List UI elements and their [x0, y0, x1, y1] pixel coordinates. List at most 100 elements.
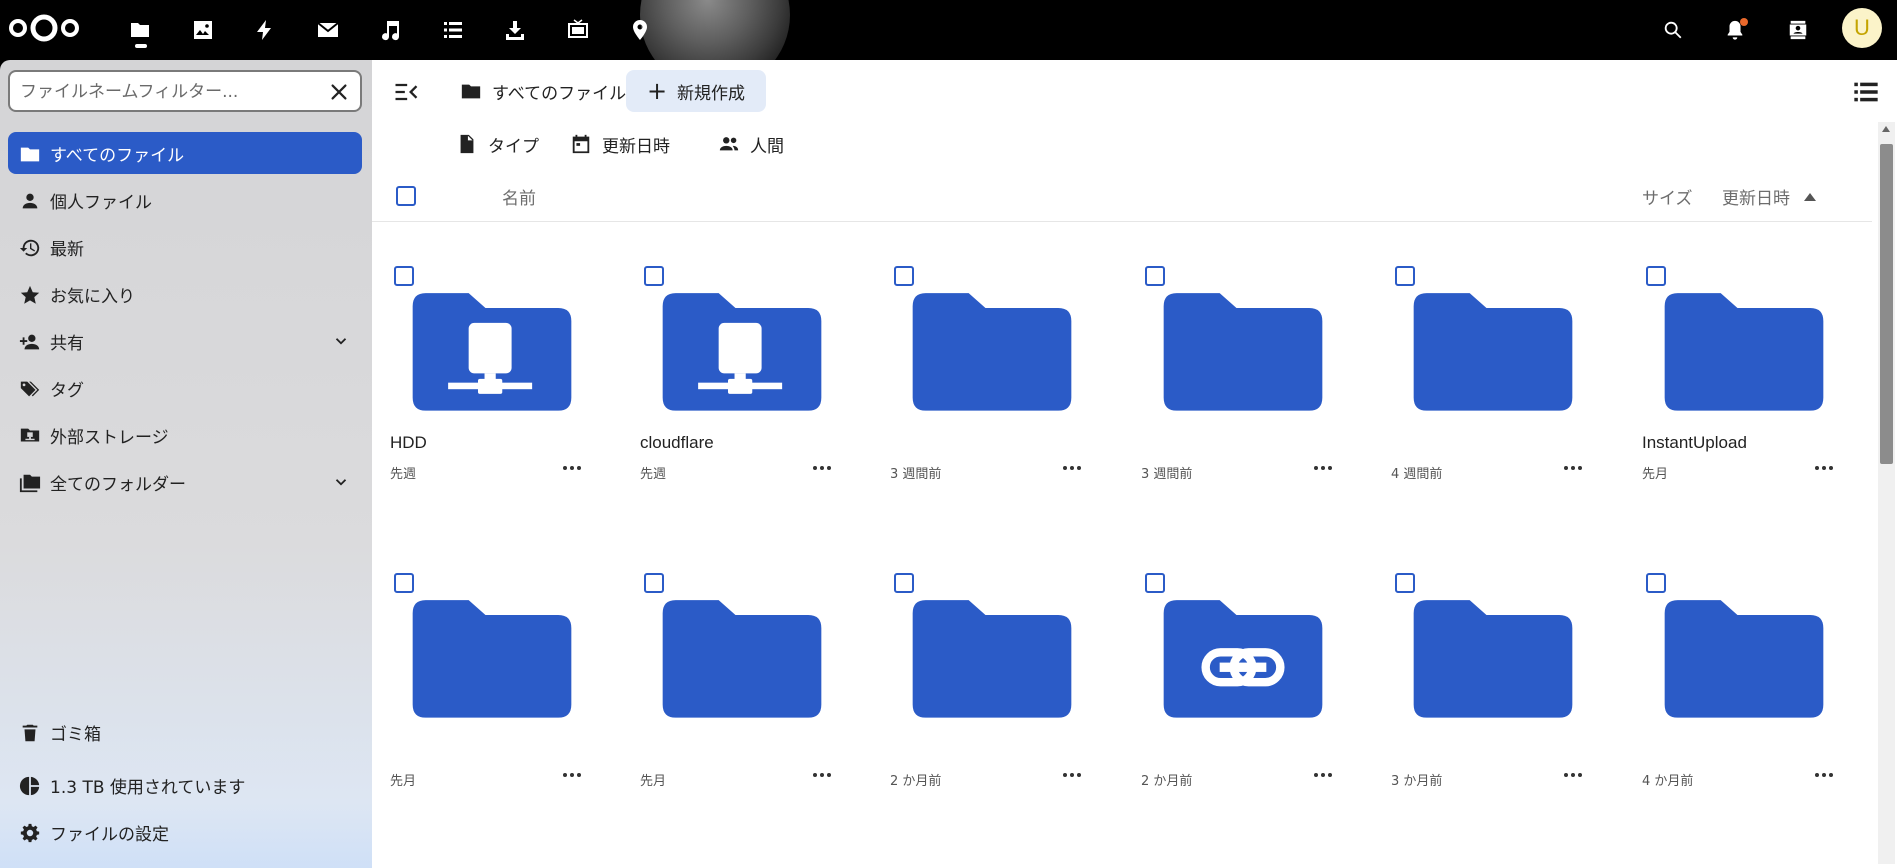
filename-filter-input[interactable] [20, 80, 310, 104]
sidebar-item-recent[interactable]: 最新 [8, 226, 362, 268]
folder-icon [461, 84, 481, 99]
file-icon [460, 134, 474, 154]
video-icon[interactable] [561, 13, 595, 47]
file-tile[interactable]: HDD 先週 [372, 240, 612, 530]
link-folder-icon[interactable] [1153, 587, 1333, 727]
app-navigation: すべてのファイル 個人ファイル 最新 お気に入り 共有 タグ 外部ストレージ 全… [0, 60, 372, 868]
sidebar-item-label: タグ [50, 380, 84, 401]
file-modified: 先月 [390, 774, 417, 789]
file-name[interactable]: InstantUpload [1642, 433, 1747, 453]
nextcloud-logo[interactable] [6, 10, 82, 46]
network-folder-icon[interactable] [402, 280, 582, 420]
sidebar-item-label: 個人ファイル [50, 192, 152, 213]
file-tile[interactable]: 3 か月前 [1373, 547, 1613, 837]
chevron-down-icon[interactable] [332, 332, 350, 350]
sidebar-item-personal-files[interactable]: 個人ファイル [8, 179, 362, 221]
folder-icon [18, 142, 42, 166]
file-actions-button[interactable] [1311, 456, 1335, 480]
search-icon[interactable] [1656, 13, 1690, 47]
filter-type-button[interactable]: タイプ [456, 128, 539, 160]
scrollbar-thumb[interactable] [1880, 144, 1893, 464]
folder-icon[interactable] [902, 280, 1082, 420]
column-modified[interactable]: 更新日時 [1722, 184, 1816, 209]
folder-icon[interactable] [402, 587, 582, 727]
downloads-icon[interactable] [498, 13, 532, 47]
contacts-icon[interactable] [1781, 13, 1815, 47]
sidebar-item-all-files[interactable]: すべてのファイル [8, 132, 362, 174]
file-name[interactable]: HDD [390, 433, 427, 453]
new-button[interactable]: + 新規作成 [626, 70, 766, 112]
file-tile[interactable]: 先月 [622, 547, 862, 837]
file-name[interactable]: cloudflare [640, 433, 714, 453]
close-icon[interactable] [328, 81, 350, 103]
file-tile[interactable]: 3 週間前 [1123, 240, 1363, 530]
sidebar-item-label: 外部ストレージ [50, 427, 169, 448]
select-all-checkbox[interactable] [396, 186, 416, 206]
storage-quota[interactable]: 1.3 TB 使用されています [8, 764, 362, 806]
column-name[interactable]: 名前 [502, 184, 536, 209]
file-tile[interactable]: 先月 [372, 547, 612, 837]
sidebar-item-favorites[interactable]: お気に入り [8, 273, 362, 315]
network-folder-icon[interactable] [652, 280, 832, 420]
quota-text: 1.3 TB 使用されています [50, 777, 246, 798]
file-tile[interactable]: cloudflare 先週 [622, 240, 862, 530]
chevron-down-icon[interactable] [332, 473, 350, 491]
music-icon[interactable] [373, 13, 407, 47]
file-tile[interactable]: InstantUpload 先月 [1624, 240, 1864, 530]
tasks-icon[interactable] [436, 13, 470, 47]
sidebar-item-trash[interactable]: ゴミ箱 [8, 711, 362, 753]
sidebar-item-label: 最新 [50, 239, 84, 260]
scrollbar[interactable] [1878, 122, 1895, 864]
sidebar-item-shares[interactable]: 共有 [8, 320, 362, 362]
file-tile[interactable]: 3 週間前 [872, 240, 1112, 530]
folders-icon [18, 471, 42, 495]
avatar[interactable]: U [1842, 8, 1882, 48]
folder-icon[interactable] [902, 587, 1082, 727]
notifications-icon[interactable] [1718, 13, 1752, 47]
files-table-header: 名前 サイズ 更新日時 [372, 170, 1872, 222]
scroll-up-arrow[interactable] [1882, 126, 1890, 132]
list-view-icon[interactable] [1852, 78, 1880, 106]
file-actions-button[interactable] [1561, 456, 1585, 480]
filter-people-button[interactable]: 人間 [718, 128, 784, 160]
sidebar-item-label: ゴミ箱 [50, 724, 101, 745]
filter-modified-label: 更新日時 [602, 136, 670, 157]
file-tile[interactable]: 2 か月前 [872, 547, 1112, 837]
folder-icon[interactable] [1403, 587, 1583, 727]
sidebar-item-external-storage[interactable]: 外部ストレージ [8, 414, 362, 456]
folder-icon[interactable] [652, 587, 832, 727]
file-actions-button[interactable] [1060, 456, 1084, 480]
file-actions-button[interactable] [1311, 763, 1335, 787]
files-icon[interactable] [123, 13, 157, 47]
mail-icon[interactable] [311, 13, 345, 47]
file-actions-button[interactable] [1812, 456, 1836, 480]
folder-icon[interactable] [1654, 587, 1834, 727]
sidebar-item-all-folders[interactable]: 全てのフォルダー [8, 461, 362, 503]
folder-icon[interactable] [1403, 280, 1583, 420]
file-modified: 3 週間前 [1141, 467, 1193, 482]
file-actions-button[interactable] [1812, 763, 1836, 787]
sidebar-item-tags[interactable]: タグ [8, 367, 362, 409]
folder-icon[interactable] [1153, 280, 1333, 420]
file-actions-button[interactable] [560, 456, 584, 480]
file-actions-button[interactable] [810, 456, 834, 480]
file-tile[interactable]: 2 か月前 [1123, 547, 1363, 837]
breadcrumb-all-files[interactable]: すべてのファイル [492, 79, 626, 104]
column-size[interactable]: サイズ [1642, 184, 1693, 209]
filter-modified-button[interactable]: 更新日時 [570, 128, 670, 160]
sidebar-item-files-settings[interactable]: ファイルの設定 [8, 811, 362, 853]
file-tile[interactable]: 4 か月前 [1624, 547, 1864, 837]
star-icon [18, 283, 42, 307]
breadcrumb[interactable]: すべてのファイル [460, 74, 626, 108]
maps-icon[interactable] [623, 13, 657, 47]
file-actions-button[interactable] [1060, 763, 1084, 787]
folder-icon[interactable] [1654, 280, 1834, 420]
activity-icon[interactable] [248, 13, 282, 47]
new-button-label: 新規作成 [677, 83, 746, 104]
file-actions-button[interactable] [1561, 763, 1585, 787]
toggle-navigation-icon[interactable] [392, 78, 420, 106]
file-actions-button[interactable] [560, 763, 584, 787]
file-actions-button[interactable] [810, 763, 834, 787]
file-tile[interactable]: 4 週間前 [1373, 240, 1613, 530]
photos-icon[interactable] [186, 13, 220, 47]
